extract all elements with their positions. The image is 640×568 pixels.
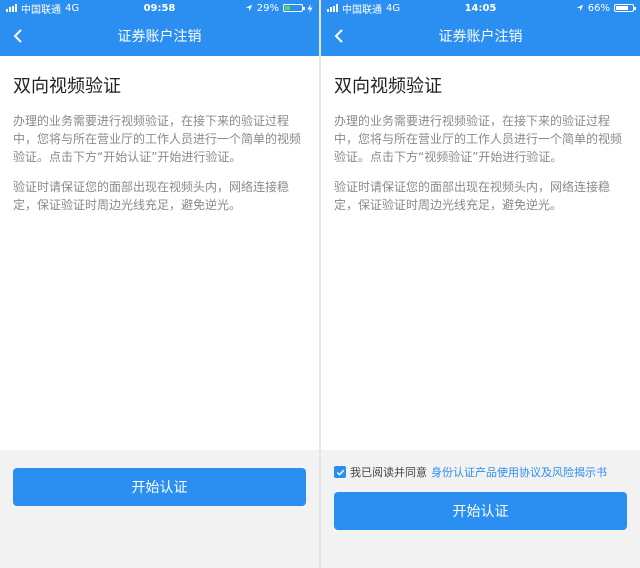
start-verification-button[interactable]: 开始认证 (13, 468, 306, 506)
check-icon (336, 469, 344, 476)
page-title: 证券账户注销 (117, 29, 202, 45)
clock: 14:05 (464, 2, 497, 14)
main-content: 双向视频验证 办理的业务需要进行视频验证，在接下来的验证过程中，您将与所在营业厅… (321, 56, 640, 214)
nav-bar: 证券账户注销 (0, 16, 319, 56)
chevron-left-icon (13, 29, 22, 43)
agreement-prefix: 我已阅读并同意 (350, 466, 427, 479)
status-bar: 中国联通 4G 14:05 66% (321, 0, 640, 16)
bottom-panel: 我已阅读并同意 身份认证产品使用协议及风险揭示书 开始认证 (321, 450, 640, 568)
instruction-paragraph: 办理的业务需要进行视频验证，在接下来的验证过程中，您将与所在营业厅的工作人员进行… (334, 114, 623, 164)
status-bar: 中国联通 4G 09:58 29% (0, 0, 319, 16)
status-left: 中国联通 4G (6, 1, 108, 16)
battery-fill (284, 6, 291, 10)
battery-icon (282, 4, 305, 12)
agreement-link[interactable]: 身份认证产品使用协议及风险揭示书 (431, 464, 607, 480)
tips-paragraph: 验证时请保证您的面部出现在视频头内，网络连接稳定，保证验证时周边光线充足，避免逆… (13, 180, 290, 212)
instruction-paragraph: 办理的业务需要进行视频验证，在接下来的验证过程中，您将与所在营业厅的工作人员进行… (13, 114, 302, 164)
status-right: 29% (211, 3, 313, 14)
charging-icon (307, 3, 313, 13)
agreement-row: 我已阅读并同意 身份认证产品使用协议及风险揭示书 (334, 464, 634, 480)
screens-container: 中国联通 4G 09:58 29% 证券账户注销 双向视频验证 办理的业务需要进… (0, 0, 640, 568)
battery-percent: 66% (587, 2, 610, 14)
section-heading: 双向视频验证 (334, 76, 442, 97)
main-content: 双向视频验证 办理的业务需要进行视频验证，在接下来的验证过程中，您将与所在营业厅… (0, 56, 319, 214)
section-heading: 双向视频验证 (13, 76, 121, 97)
signal-icon (327, 4, 338, 12)
battery-fill (615, 6, 628, 10)
screen-2: 中国联通 4G 14:05 66% 证券账户注销 双向视频验证 办理的业务需要进… (321, 0, 640, 568)
carrier-label: 中国联通 (342, 4, 382, 16)
status-left: 中国联通 4G (327, 1, 429, 16)
carrier-label: 中国联通 (21, 4, 61, 16)
nav-bar: 证券账户注销 (321, 16, 640, 56)
network-label: 4G (65, 2, 80, 14)
clock: 09:58 (143, 2, 176, 14)
back-button[interactable] (321, 16, 357, 56)
network-label: 4G (386, 2, 401, 14)
page-title: 证券账户注销 (438, 29, 523, 45)
screen-1: 中国联通 4G 09:58 29% 证券账户注销 双向视频验证 办理的业务需要进… (0, 0, 319, 568)
agreement-checkbox[interactable] (334, 466, 346, 478)
tips-paragraph: 验证时请保证您的面部出现在视频头内，网络连接稳定，保证验证时周边光线充足，避免逆… (334, 180, 611, 212)
chevron-left-icon (334, 29, 343, 43)
status-right: 66% (532, 2, 636, 14)
battery-percent: 29% (256, 2, 279, 14)
location-arrow-icon (245, 4, 252, 12)
back-button[interactable] (0, 16, 36, 56)
battery-icon (613, 4, 636, 12)
bottom-panel: 开始认证 (0, 450, 319, 568)
signal-icon (6, 4, 17, 12)
location-arrow-icon (576, 4, 583, 12)
start-verification-button[interactable]: 开始认证 (334, 492, 627, 530)
